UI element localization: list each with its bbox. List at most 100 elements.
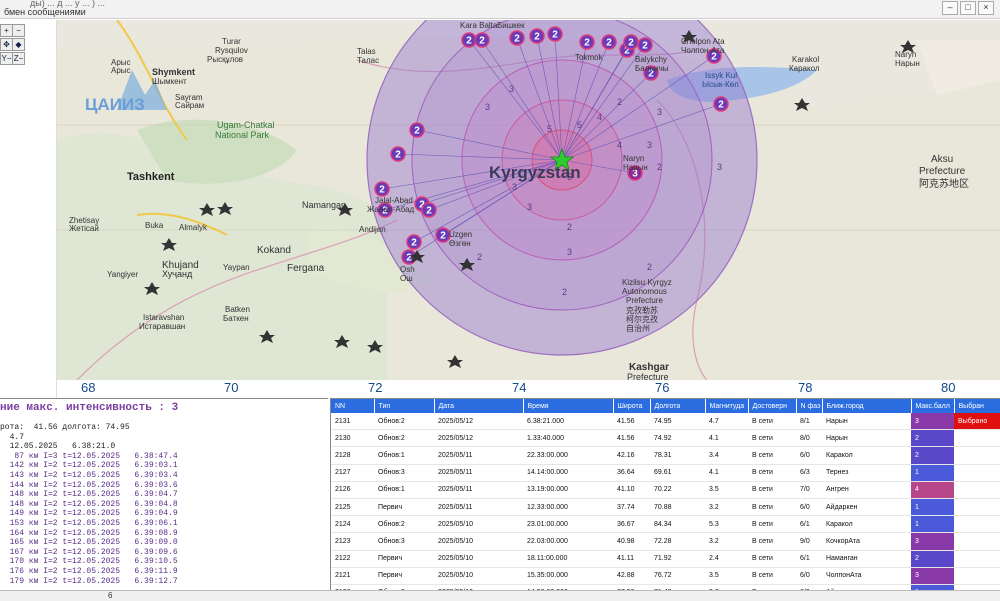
table-cell-nn: 2122 (331, 550, 374, 568)
place-label: Prefecture (627, 372, 669, 380)
table-row[interactable]: 2128 Обнов:1 2025/05/11 22.33:00.000 42.16 78… (331, 446, 1000, 465)
place-label: Чолпон-Ата (681, 46, 725, 55)
intensity-marker[interactable]: 2 (623, 34, 639, 50)
place-label: Naryn (895, 50, 916, 59)
close-icon[interactable]: × (978, 1, 994, 15)
column-header[interactable]: Широта (613, 399, 651, 413)
intensity-marker[interactable]: 2 (406, 234, 422, 250)
place-label: Issyk Kul (705, 71, 737, 80)
table-cell-city: Айдаркен (822, 498, 911, 517)
table-row[interactable]: 2125 Первич 2025/05/11 12.33:00.000 37.74 70.… (331, 498, 1000, 517)
column-header[interactable]: Дата (434, 399, 524, 413)
intensity-marker-label: 2 (534, 32, 540, 43)
events-table-container[interactable]: NN Тип Дата Время Широта Долгота Магнитуда Дост… (330, 398, 1000, 591)
table-cell-date: 2025/05/10 (434, 550, 523, 568)
intensity-marker[interactable]: 2 (374, 181, 390, 197)
column-header[interactable]: Макс.балл (911, 399, 955, 413)
intensity-marker-label: 2 (642, 41, 648, 52)
place-label: Ugam-Chatkal (217, 120, 275, 130)
table-cell-selected (954, 550, 1000, 568)
intensity-marker[interactable]: 2 (601, 34, 617, 50)
table-row[interactable]: 2123 Обнов:3 2025/05/10 22.03:00.000 40.98 72… (331, 532, 1000, 551)
zoom-out-icon[interactable]: − (12, 24, 25, 37)
events-table[interactable]: NN Тип Дата Время Широта Долгота Магнитуда Дост… (331, 399, 1000, 591)
place-label: National Park (215, 130, 270, 140)
intensity-marker[interactable]: 2 (547, 26, 563, 42)
seismic-map[interactable]: 3333554453322223322 22222222222222222222… (57, 20, 1000, 380)
place-label: Каракол (789, 64, 820, 73)
column-header[interactable]: Выбран (954, 399, 1000, 413)
place-label: Балыкчы (635, 64, 669, 73)
zone-number: 3 (512, 182, 517, 192)
intensity-marker[interactable]: 2 (529, 28, 545, 44)
map-canvas[interactable]: 33 335 54453322223322 2 2 2 2 22 222 22222222222… (57, 20, 1000, 380)
minimize-icon[interactable]: – (942, 1, 958, 15)
log-line: 179 км I=2 t=12.05.2025 6.39:12.7 (0, 576, 178, 586)
z-scale-button[interactable]: Z− (12, 52, 25, 65)
intensity-marker[interactable]: 2 (474, 32, 490, 48)
intensity-marker[interactable]: 2 (390, 146, 406, 162)
table-row[interactable]: 2124 Обнов:2 2025/05/10 23.01:00.000 36.67 84… (331, 515, 1000, 534)
axis-tick: 68 (81, 380, 96, 395)
column-header[interactable]: Время (523, 399, 614, 413)
log-line: 87 км I=3 t=12.05.2025 6.38:47.4 (0, 451, 178, 461)
place-label: 自治州 (626, 323, 650, 333)
erase-icon[interactable]: ◆ (12, 38, 25, 51)
table-cell-phases: 6/0 (796, 446, 822, 465)
table-cell-lat: 36.67 (613, 515, 650, 534)
column-header[interactable]: Достоверн (748, 399, 797, 413)
table-cell-phases: 6/1 (796, 550, 822, 568)
zone-number: 2 (657, 162, 662, 172)
table-cell-max: 1 (911, 515, 954, 534)
table-row[interactable]: 2131 Обнов:2 2025/05/12 6.38:21.000 41.56 74.… (331, 413, 1000, 431)
table-cell-phases: 6/0 (796, 498, 822, 517)
table-cell-selected (954, 515, 1000, 534)
column-header[interactable]: Долгота (650, 399, 706, 413)
intensity-marker[interactable]: 2 (435, 227, 451, 243)
column-header[interactable]: NN (331, 399, 375, 413)
table-cell-rel: В сети (748, 567, 796, 585)
place-label: Talas (357, 47, 376, 56)
column-header[interactable]: Тип (374, 399, 435, 413)
intensity-marker[interactable]: 2 (637, 37, 653, 53)
column-header[interactable]: Ближ.город (822, 399, 912, 413)
table-row[interactable]: 2130 Обнов:2 2025/05/12 1.33:40.000 41.56 74.… (331, 429, 1000, 448)
intensity-marker[interactable]: 2 (509, 30, 525, 46)
table-cell-phases: 6/0 (796, 567, 822, 585)
log-line: 153 км I=2 t=12.05.2025 6.39:06.1 (0, 519, 178, 528)
table-cell-date: 2025/05/11 (434, 498, 523, 517)
menu-label[interactable]: бмен сообщениями (4, 7, 86, 17)
maximize-icon[interactable]: □ (960, 1, 976, 15)
intensity-marker[interactable]: 2 (461, 32, 477, 48)
intensity-marker[interactable]: 2 (579, 34, 595, 50)
table-row[interactable]: 2126 Обнов:1 2025/05/11 13.19:00.000 41.10 70… (331, 481, 1000, 499)
table-cell-city: Нарын (822, 413, 911, 431)
log-line: рота: 41.56 долгота: 74.95 (0, 423, 130, 432)
table-row[interactable]: 2127 Обнов:3 2025/05/11 14.14:00.000 36.64 69… (331, 464, 1000, 482)
intensity-marker-label: 2 (628, 38, 634, 49)
axis-tick: 74 (512, 380, 527, 395)
table-cell-mag: 4.1 (705, 464, 748, 482)
table-cell-lat: 36.64 (613, 464, 650, 482)
table-cell-type: Обнов:3 (374, 532, 434, 551)
table-cell-date: 2025/05/12 (434, 413, 523, 431)
intensity-marker[interactable]: 2 (713, 96, 729, 112)
table-cell-time: 22.33:00.000 (523, 446, 613, 465)
intensity-marker[interactable]: 2 (409, 122, 425, 138)
log-line: 12.05.2025 6.38:21.0 (0, 442, 116, 452)
table-cell-mag: 2.4 (705, 550, 748, 568)
table-cell-rel: В сети (748, 532, 796, 551)
table-row[interactable]: 2122 Первич 2025/05/10 18.11:00.000 41.11 71.… (331, 550, 1000, 568)
column-header[interactable]: N фаз (796, 399, 823, 413)
intensity-marker[interactable]: 2 (421, 202, 437, 218)
table-cell-date: 2025/05/10 (434, 567, 523, 585)
table-cell-type: Обнов:1 (374, 446, 434, 465)
zone-number: 3 (647, 140, 652, 150)
column-header[interactable]: Магнитуда (705, 399, 749, 413)
intensity-marker-label: 2 (379, 185, 385, 196)
table-row[interactable]: 2121 Первич 2025/05/10 15.35:00.000 42.88 76.… (331, 567, 1000, 585)
table-cell-selected (954, 481, 1000, 499)
table-cell-phases: 7/0 (796, 481, 822, 499)
log-line: 165 км I=2 t=12.05.2025 6.39:09.0 (0, 538, 178, 548)
event-log[interactable]: ние макс. интенсивность : 3 рота: 41.56 … (0, 398, 328, 591)
